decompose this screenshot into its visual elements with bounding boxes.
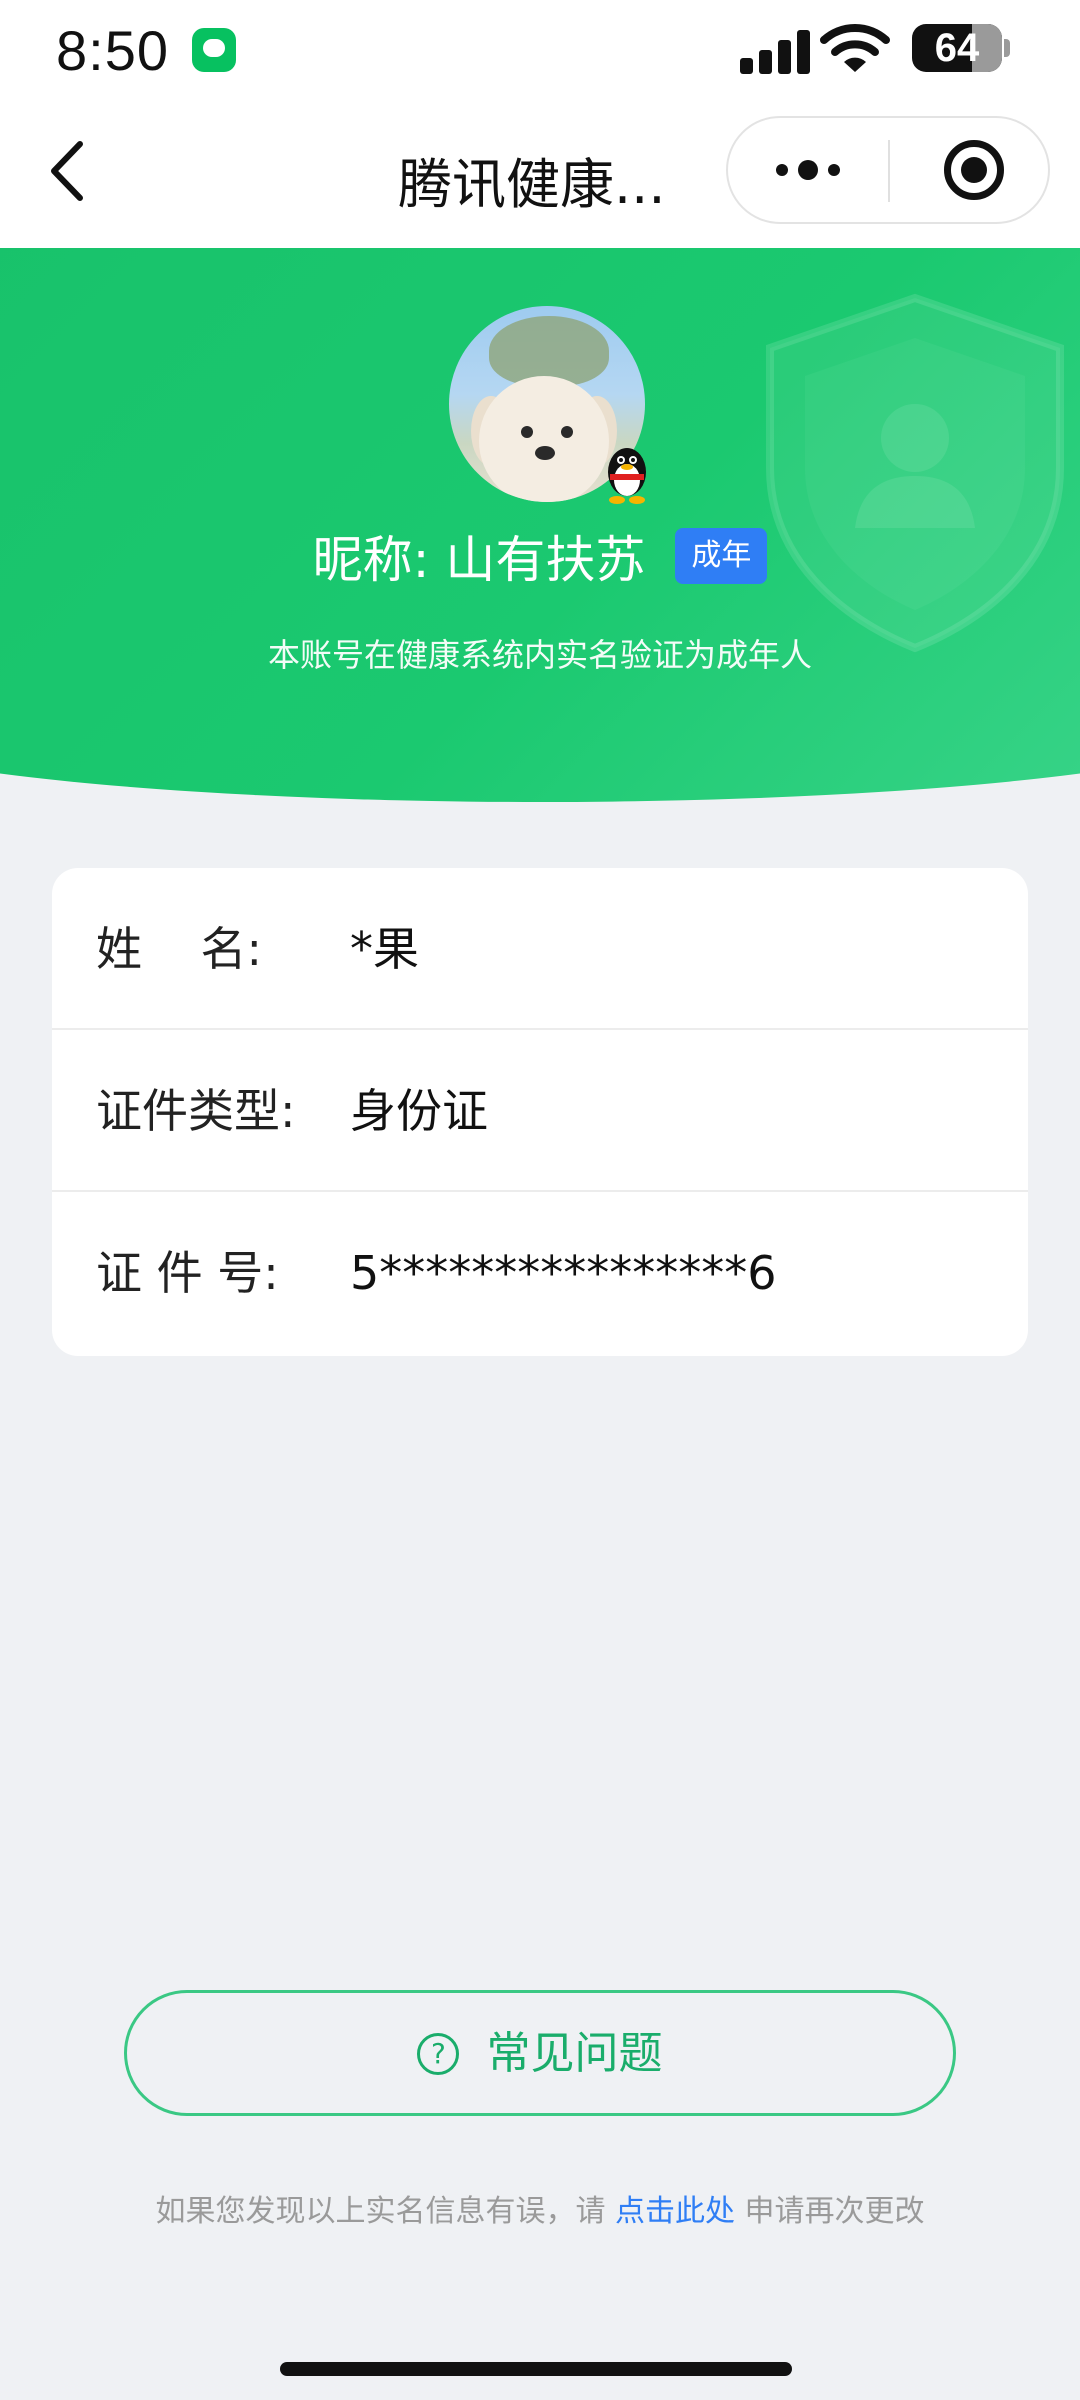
info-row-id-number: 证 件 号: 5****************6 <box>52 1192 1028 1354</box>
info-row-id-type: 证件类型: 身份证 <box>52 1030 1028 1192</box>
more-dot-icon <box>798 160 818 180</box>
battery-level: 64 <box>934 26 980 70</box>
page: 8:50 64 腾讯健康... 昵称: 山有扶苏 成年 本账号在健康系统内实名验… <box>0 0 1080 2400</box>
note-prefix: 如果您发现以上实名信息有误，请 <box>155 2194 615 2229</box>
faq-button[interactable]: ? 常见问题 <box>124 1990 956 2116</box>
info-row-name: 姓 名: *果 <box>52 868 1028 1030</box>
nickname-line: 昵称: 山有扶苏 成年 <box>0 520 1080 592</box>
close-mini-program-button[interactable] <box>890 118 1050 222</box>
more-dot-icon <box>828 164 840 176</box>
wifi-icon <box>820 24 890 72</box>
verification-subtitle: 本账号在健康系统内实名验证为成年人 <box>267 636 812 674</box>
identity-info-card: 姓 名: *果 证件类型: 身份证 证 件 号: 5**************… <box>52 868 1028 1356</box>
cellular-signal-icon <box>740 28 810 74</box>
faq-label: 常见问题 <box>486 2027 663 2079</box>
row-value: 身份证 <box>350 1084 488 1138</box>
more-button[interactable] <box>728 118 888 222</box>
row-label: 证件类型: <box>96 1084 296 1138</box>
note-suffix: 申请再次更改 <box>735 2194 925 2229</box>
row-label: 证 件 号: <box>96 1246 279 1300</box>
row-value: *果 <box>350 922 419 976</box>
page-title: 腾讯健康... <box>398 153 666 216</box>
home-indicator[interactable] <box>280 2362 792 2376</box>
mini-program-capsule <box>726 116 1050 224</box>
adult-status-badge: 成年 <box>675 528 768 584</box>
nav-bar: 腾讯健康... <box>0 100 1080 248</box>
status-time: 8:50 <box>56 19 169 82</box>
nickname: 昵称: 山有扶苏 <box>312 531 646 589</box>
shield-decoration-icon <box>766 293 1064 653</box>
back-button[interactable] <box>40 136 100 206</box>
more-dot-icon <box>776 164 788 176</box>
help-circle-icon: ? <box>417 2032 460 2075</box>
click-here-link[interactable]: 点击此处 <box>615 2194 735 2229</box>
message-notification-icon <box>192 28 236 72</box>
battery-icon: 64 <box>912 24 1010 72</box>
qq-penguin-icon <box>608 448 646 504</box>
row-label: 姓 名: <box>96 922 262 976</box>
status-bar: 8:50 64 <box>0 0 1080 100</box>
row-value: 5****************6 <box>350 1246 777 1300</box>
correction-note: 如果您发现以上实名信息有误，请 点击此处 申请再次更改 <box>0 2186 1080 2230</box>
